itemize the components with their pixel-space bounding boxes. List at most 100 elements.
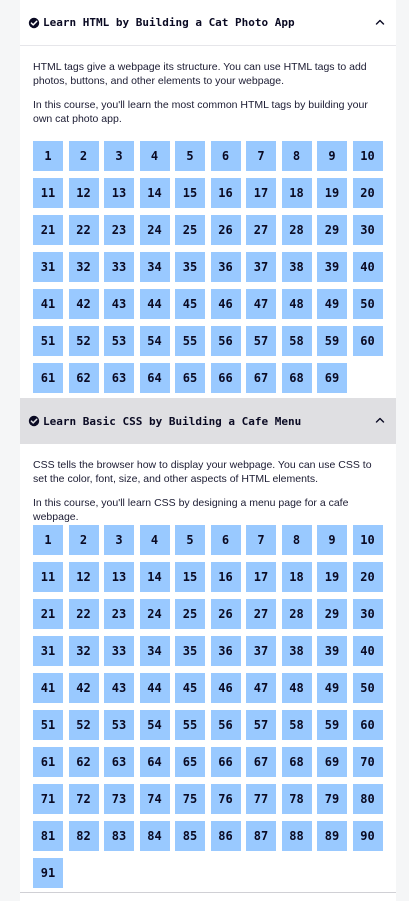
step-button[interactable]: 86 bbox=[210, 821, 241, 851]
step-button[interactable]: 15 bbox=[175, 178, 205, 208]
step-button[interactable]: 77 bbox=[246, 784, 276, 814]
step-button[interactable]: 84 bbox=[139, 821, 170, 851]
step-button[interactable]: 3 bbox=[104, 525, 134, 555]
step-button[interactable]: 75 bbox=[175, 784, 205, 814]
step-button[interactable]: 56 bbox=[210, 326, 241, 356]
step-button[interactable]: 42 bbox=[68, 673, 99, 703]
step-button[interactable]: 11 bbox=[33, 178, 63, 208]
step-button[interactable]: 16 bbox=[210, 562, 241, 592]
step-button[interactable]: 69 bbox=[317, 747, 347, 777]
step-button[interactable]: 12 bbox=[68, 178, 99, 208]
step-button[interactable]: 64 bbox=[139, 363, 170, 393]
step-button[interactable]: 45 bbox=[175, 289, 205, 319]
step-button[interactable]: 67 bbox=[246, 363, 276, 393]
step-button[interactable]: 26 bbox=[210, 599, 241, 629]
step-button[interactable]: 10 bbox=[352, 141, 383, 171]
step-button[interactable]: 62 bbox=[68, 363, 99, 393]
step-button[interactable]: 39 bbox=[317, 636, 347, 666]
step-button[interactable]: 10 bbox=[352, 525, 383, 555]
step-button[interactable]: 60 bbox=[352, 710, 383, 740]
step-button[interactable]: 55 bbox=[175, 326, 205, 356]
step-button[interactable]: 44 bbox=[139, 289, 170, 319]
step-button[interactable]: 55 bbox=[175, 710, 205, 740]
step-button[interactable]: 21 bbox=[33, 599, 63, 629]
step-button[interactable]: 56 bbox=[210, 710, 241, 740]
step-button[interactable]: 52 bbox=[68, 710, 99, 740]
step-button[interactable]: 60 bbox=[352, 326, 383, 356]
step-button[interactable]: 9 bbox=[317, 141, 347, 171]
step-button[interactable]: 43 bbox=[104, 673, 134, 703]
step-button[interactable]: 33 bbox=[104, 636, 134, 666]
step-button[interactable]: 28 bbox=[281, 215, 312, 245]
course-header-html[interactable]: Learn HTML by Building a Cat Photo App bbox=[20, 0, 396, 46]
step-button[interactable]: 45 bbox=[175, 673, 205, 703]
step-button[interactable]: 14 bbox=[139, 178, 170, 208]
step-button[interactable]: 41 bbox=[33, 673, 63, 703]
step-button[interactable]: 7 bbox=[246, 141, 276, 171]
step-button[interactable]: 24 bbox=[139, 215, 170, 245]
step-button[interactable]: 65 bbox=[175, 363, 205, 393]
step-button[interactable]: 30 bbox=[352, 599, 383, 629]
step-button[interactable]: 58 bbox=[281, 710, 312, 740]
step-button[interactable]: 1 bbox=[33, 525, 63, 555]
step-button[interactable]: 29 bbox=[317, 599, 347, 629]
step-button[interactable]: 26 bbox=[210, 215, 241, 245]
step-button[interactable]: 59 bbox=[317, 710, 347, 740]
step-button[interactable]: 20 bbox=[352, 562, 383, 592]
step-button[interactable]: 30 bbox=[352, 215, 383, 245]
step-button[interactable]: 64 bbox=[139, 747, 170, 777]
step-button[interactable]: 47 bbox=[246, 673, 276, 703]
step-button[interactable]: 63 bbox=[104, 363, 134, 393]
step-button[interactable]: 51 bbox=[33, 710, 63, 740]
step-button[interactable]: 57 bbox=[246, 710, 276, 740]
step-button[interactable]: 21 bbox=[33, 215, 63, 245]
step-button[interactable]: 17 bbox=[246, 178, 276, 208]
course-header-css[interactable]: Learn Basic CSS by Building a Cafe Menu bbox=[20, 398, 396, 444]
step-button[interactable]: 5 bbox=[175, 141, 205, 171]
step-button[interactable]: 49 bbox=[317, 673, 347, 703]
step-button[interactable]: 13 bbox=[104, 178, 134, 208]
step-button[interactable]: 40 bbox=[352, 636, 383, 666]
step-button[interactable]: 5 bbox=[175, 525, 205, 555]
step-button[interactable]: 46 bbox=[210, 673, 241, 703]
step-button[interactable]: 40 bbox=[352, 252, 383, 282]
step-button[interactable]: 34 bbox=[139, 636, 170, 666]
step-button[interactable]: 51 bbox=[33, 326, 63, 356]
step-button[interactable]: 54 bbox=[139, 326, 170, 356]
step-button[interactable]: 52 bbox=[68, 326, 99, 356]
step-button[interactable]: 22 bbox=[68, 599, 99, 629]
step-button[interactable]: 79 bbox=[317, 784, 347, 814]
step-button[interactable]: 35 bbox=[175, 252, 205, 282]
step-button[interactable]: 15 bbox=[175, 562, 205, 592]
step-button[interactable]: 18 bbox=[281, 562, 312, 592]
step-button[interactable]: 66 bbox=[210, 363, 241, 393]
step-button[interactable]: 82 bbox=[68, 821, 99, 851]
step-button[interactable]: 7 bbox=[246, 525, 276, 555]
step-button[interactable]: 23 bbox=[104, 599, 134, 629]
step-button[interactable]: 34 bbox=[139, 252, 170, 282]
step-button[interactable]: 80 bbox=[352, 784, 383, 814]
step-button[interactable]: 24 bbox=[139, 599, 170, 629]
chevron-up-icon[interactable] bbox=[374, 16, 388, 30]
step-button[interactable]: 13 bbox=[104, 562, 134, 592]
step-button[interactable]: 12 bbox=[68, 562, 99, 592]
step-button[interactable]: 31 bbox=[33, 636, 63, 666]
step-button[interactable]: 91 bbox=[33, 858, 63, 888]
step-button[interactable]: 37 bbox=[246, 636, 276, 666]
step-button[interactable]: 81 bbox=[33, 821, 63, 851]
step-button[interactable]: 42 bbox=[68, 289, 99, 319]
step-button[interactable]: 65 bbox=[175, 747, 205, 777]
step-button[interactable]: 57 bbox=[246, 326, 276, 356]
step-button[interactable]: 44 bbox=[139, 673, 170, 703]
step-button[interactable]: 71 bbox=[33, 784, 63, 814]
step-button[interactable]: 2 bbox=[68, 525, 99, 555]
step-button[interactable]: 53 bbox=[104, 326, 134, 356]
step-button[interactable]: 20 bbox=[352, 178, 383, 208]
step-button[interactable]: 41 bbox=[33, 289, 63, 319]
step-button[interactable]: 59 bbox=[317, 326, 347, 356]
step-button[interactable]: 68 bbox=[281, 747, 312, 777]
step-button[interactable]: 27 bbox=[246, 599, 276, 629]
step-button[interactable]: 27 bbox=[246, 215, 276, 245]
step-button[interactable]: 28 bbox=[281, 599, 312, 629]
step-button[interactable]: 22 bbox=[68, 215, 99, 245]
